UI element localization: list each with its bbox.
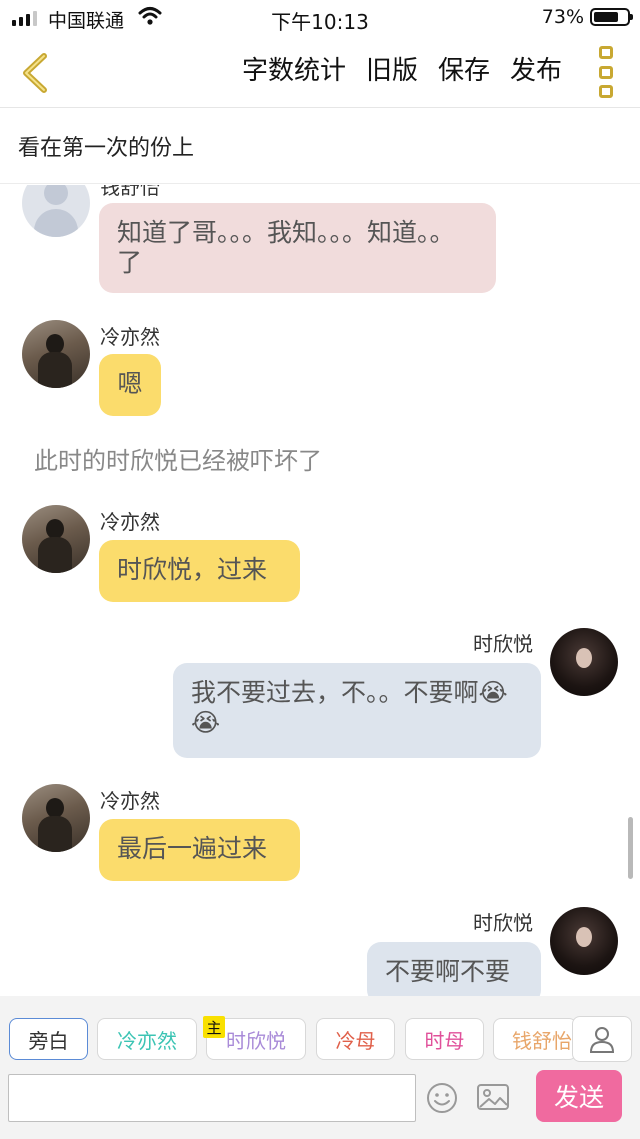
role-chip-leng-mother[interactable]: 冷母 (316, 1018, 395, 1060)
chevron-left-icon (23, 53, 47, 93)
send-button[interactable]: 发送 (536, 1070, 622, 1122)
image-icon (477, 1084, 509, 1110)
speaker-name: 时欣悦 (473, 911, 533, 935)
host-badge: 主 (203, 1016, 225, 1038)
message-bubble[interactable]: 不要啊不要 (367, 942, 541, 996)
role-bar: 旁白 冷亦然 时欣悦 主 冷母 时母 钱舒怡 (0, 996, 640, 1070)
message-bubble[interactable]: 嗯 (99, 354, 161, 416)
message-input[interactable] (8, 1074, 416, 1122)
speaker-name: 冷亦然 (100, 325, 160, 349)
narration-text[interactable]: 此时的时欣悦已经被吓坏了 (34, 441, 322, 476)
role-chip-shi-mother[interactable]: 时母 (405, 1018, 484, 1060)
nav-actions: 字数统计 旧版 保存 发布 (242, 50, 562, 87)
back-button[interactable] (10, 48, 60, 98)
speaker-name: 时欣悦 (473, 632, 533, 656)
more-vertical-icon[interactable] (594, 46, 618, 98)
role-chip-narrator[interactable]: 旁白 (9, 1018, 88, 1060)
role-manage-button[interactable] (572, 1016, 632, 1062)
avatar[interactable] (550, 907, 618, 975)
image-button[interactable] (476, 1082, 510, 1116)
smiley-icon (427, 1083, 457, 1113)
avatar[interactable] (550, 628, 618, 696)
avatar[interactable] (22, 185, 90, 237)
old-version-button[interactable]: 旧版 (366, 50, 418, 87)
role-chip-leng-yiran[interactable]: 冷亦然 (97, 1018, 197, 1060)
chat-area[interactable]: 钱舒怡 知道了哥。。。我知。。。知道。。了 冷亦然 嗯 此时的时欣悦已经被吓坏了… (0, 185, 640, 996)
speaker-name: 冷亦然 (100, 789, 160, 813)
chapter-title[interactable]: 看在第一次的份上 (0, 108, 640, 184)
top-nav: 字数统计 旧版 保存 发布 (0, 36, 640, 108)
avatar[interactable] (22, 505, 90, 573)
avatar[interactable] (22, 320, 90, 388)
message-bubble[interactable]: 知道了哥。。。我知。。。知道。。了 (99, 203, 496, 293)
speaker-name: 钱舒怡 (100, 185, 160, 199)
message-bubble[interactable]: 最后一遍过来 (99, 819, 300, 881)
battery-icon (590, 8, 633, 26)
speaker-name: 冷亦然 (100, 510, 160, 534)
emoji-button[interactable] (426, 1082, 458, 1118)
avatar[interactable] (22, 784, 90, 852)
publish-button[interactable]: 发布 (510, 50, 562, 87)
scrollbar[interactable] (628, 817, 633, 879)
battery-percent: 73% (541, 6, 584, 28)
status-bar: 中国联通 下午10:13 73% (0, 0, 640, 36)
message-bubble[interactable]: 时欣悦，过来 (99, 540, 300, 602)
role-chip-qian-shuyi[interactable]: 钱舒怡 (493, 1018, 577, 1060)
message-bubble[interactable]: 我不要过去，不。。不要啊😭😭 (173, 663, 541, 758)
save-button[interactable]: 保存 (438, 50, 490, 87)
input-bar: 发送 (0, 1070, 640, 1139)
person-icon (589, 1027, 615, 1053)
word-count-button[interactable]: 字数统计 (242, 50, 346, 87)
